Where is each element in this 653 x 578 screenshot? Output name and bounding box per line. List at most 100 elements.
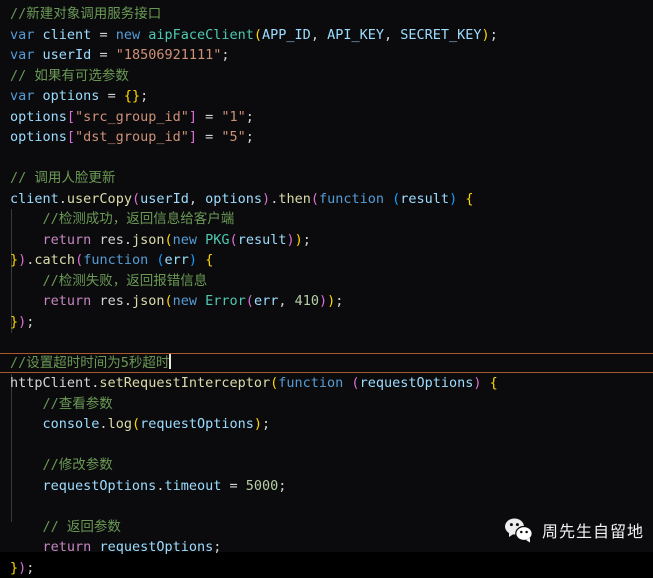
token-op: = (221, 478, 245, 494)
token-control: return (43, 539, 92, 555)
token-keyword: function (278, 375, 343, 391)
code-line[interactable]: }); (0, 312, 653, 333)
token-class: Error (205, 293, 246, 309)
token-op: ; (26, 314, 34, 330)
token-control: return (43, 232, 92, 248)
token-indent (10, 478, 43, 494)
token-string: "src_group_id" (75, 109, 189, 125)
token-bracket: ( (230, 232, 238, 248)
token-op: ; (140, 88, 148, 104)
code-line[interactable]: return requestOptions; (0, 537, 653, 558)
token-op: , (278, 293, 294, 309)
code-line[interactable]: //新建对象调用服务接口 (0, 4, 653, 25)
token-identifier: APP_ID (262, 27, 311, 43)
token-bracket: ) (254, 416, 262, 432)
code-line[interactable]: options["src_group_id"] = "1"; (0, 107, 653, 128)
code-line[interactable]: //检测成功，返回信息给客户端 (0, 209, 653, 230)
token-identifier: console (43, 416, 100, 432)
code-line[interactable]: requestOptions.timeout = 5000; (0, 476, 653, 497)
token-op: ; (246, 129, 254, 145)
token-op: = (197, 129, 221, 145)
token-space (34, 88, 42, 104)
token-indent (10, 232, 43, 248)
token-bracket: [ (67, 109, 75, 125)
token-bracket: ( (164, 293, 172, 309)
token-keyword: var (10, 88, 34, 104)
token-bracket: ( (75, 252, 83, 268)
token-bracket: ) (473, 375, 481, 391)
token-op: . (124, 232, 132, 248)
token-identifier: client (43, 27, 92, 43)
token-op: ; (246, 109, 254, 125)
token-bracket: ( (164, 232, 172, 248)
token-identifier: options (10, 109, 67, 125)
code-line-blank[interactable] (0, 496, 653, 517)
code-line[interactable]: }); (0, 558, 653, 578)
token-identifier: err (254, 293, 278, 309)
comment-token: // 返回参数 (10, 519, 121, 535)
token-bracket: ) (449, 191, 457, 207)
token-bracket: } (10, 314, 18, 330)
token-op: ; (335, 293, 343, 309)
code-line-blank[interactable] (0, 435, 653, 456)
token-identifier: userId (43, 47, 92, 63)
token-number: 410 (295, 293, 319, 309)
token-string: "1" (221, 109, 245, 125)
token-space (197, 232, 205, 248)
token-bracket: [ (67, 129, 75, 145)
token-keyword: function (83, 252, 148, 268)
token-bracket: ( (156, 252, 164, 268)
code-line[interactable]: //检测失败，返回报错信息 (0, 271, 653, 292)
token-bracket: { (490, 375, 498, 391)
token-identifier: res (99, 293, 123, 309)
code-line-blank[interactable] (0, 148, 653, 169)
token-op: ; (278, 478, 286, 494)
token-identifier: userId (140, 191, 189, 207)
code-line[interactable]: var userId = "18506921111"; (0, 45, 653, 66)
token-identifier: res (99, 232, 123, 248)
token-op: , (311, 27, 327, 43)
code-line[interactable]: //查看参数 (0, 394, 653, 415)
token-function: then (278, 191, 311, 207)
token-bracket: { (465, 191, 473, 207)
code-line[interactable]: //修改参数 (0, 455, 653, 476)
token-identifier: requestOptions (360, 375, 474, 391)
token-identifier: result (238, 232, 287, 248)
token-bracket: {} (124, 88, 140, 104)
code-line[interactable]: // 调用人脸更新 (0, 168, 653, 189)
token-identifier: API_KEY (327, 27, 384, 43)
comment-token: // 调用人脸更新 (10, 170, 115, 186)
token-op (482, 375, 490, 391)
code-line-active[interactable]: //设置超时时间为5秒超时 (0, 353, 653, 374)
token-op: , (384, 27, 400, 43)
comment-token: //检测成功，返回信息给客户端 (10, 211, 234, 227)
token-op: ; (213, 539, 221, 555)
code-line[interactable]: httpClient.setRequestInterceptor(functio… (0, 373, 653, 394)
code-line[interactable]: client.userCopy(userId, options).then(fu… (0, 189, 653, 210)
code-line-blank[interactable] (0, 332, 653, 353)
code-line[interactable]: // 如果有可选参数 (0, 66, 653, 87)
code-line[interactable]: return res.json(new Error(err, 410)); (0, 291, 653, 312)
token-identifier: requestOptions (43, 478, 157, 494)
token-function: userCopy (67, 191, 132, 207)
token-bracket: ) (319, 293, 327, 309)
code-line[interactable]: var options = {}; (0, 86, 653, 107)
token-function: json (132, 293, 165, 309)
token-op: . (99, 416, 107, 432)
token-bracket: ) (295, 232, 303, 248)
token-identifier: client (10, 191, 59, 207)
code-line[interactable]: options["dst_group_id"] = "5"; (0, 127, 653, 148)
token-keyword: new (173, 293, 197, 309)
text-cursor (169, 354, 171, 369)
code-line[interactable]: // 返回参数 (0, 517, 653, 538)
token-space (140, 27, 148, 43)
code-editor[interactable]: //新建对象调用服务接口 var client = new aipFaceCli… (0, 0, 653, 552)
code-line[interactable]: }).catch(function (err) { (0, 250, 653, 271)
token-keyword: new (116, 27, 140, 43)
code-line[interactable]: return res.json(new PKG(result)); (0, 230, 653, 251)
token-bracket: ( (132, 191, 140, 207)
code-line[interactable]: var client = new aipFaceClient(APP_ID, A… (0, 25, 653, 46)
token-bracket: ( (132, 416, 140, 432)
token-identifier: SECRET_KEY (400, 27, 481, 43)
code-line[interactable]: console.log(requestOptions); (0, 414, 653, 435)
